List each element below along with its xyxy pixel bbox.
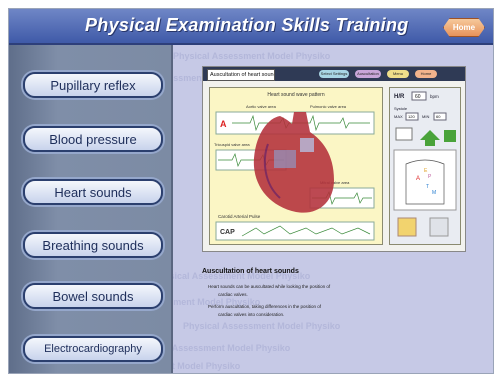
description-title: Auscultation of heart sounds [202, 268, 299, 275]
chest-point-A[interactable]: A [416, 176, 420, 182]
hand-icon[interactable] [429, 217, 449, 237]
watermark-text: Physical Assessment Model Physiko [183, 321, 341, 331]
sidebar-item-blood-pressure[interactable]: Blood pressure [23, 126, 163, 152]
up-arrow-icon[interactable] [420, 130, 440, 146]
chest-point-M[interactable]: M [432, 190, 436, 196]
sidebar-item-heart-sounds[interactable]: Heart sounds [23, 179, 163, 205]
app-title: Physical Examination Skills Training [85, 15, 409, 35]
bp-label: Systole [394, 106, 408, 111]
vitals-panel: H/R 60 bpm Systole MAX 120 MIN 60 A P T … [389, 87, 461, 245]
carotid-label: Carotid Arterial Pulse [218, 214, 261, 219]
vitals-graphic: H/R 60 bpm Systole MAX 120 MIN 60 A P T … [393, 91, 457, 237]
bp-min-value: 60 [436, 114, 441, 119]
wave-panel: Heart sound wave pattern Aortic valve ar… [209, 87, 383, 245]
aortic-marker-A: A [220, 119, 227, 129]
bp-max-value: 120 [408, 114, 415, 119]
tricuspid-label: Tricuspid valve area [214, 142, 250, 147]
hr-value: 60 [415, 94, 421, 100]
heart-highlight [300, 138, 314, 152]
watermark-text: Physical Assessment Model Physiko [173, 51, 331, 61]
heart-illustration: Aortic valve area Pulmonic valve area A … [214, 104, 375, 241]
hr-unit: bpm [430, 94, 439, 99]
screen-home-button[interactable]: Home [415, 70, 437, 78]
heart-highlight [274, 150, 296, 168]
cap-label: CAP [220, 229, 235, 236]
watermark-text: Physical Assessment Model Physiko [173, 343, 291, 353]
pulmonic-label: Pulmonic valve area [310, 104, 347, 109]
chest-diagram [393, 149, 457, 211]
bp-max-label: MAX [394, 114, 403, 119]
sidebar-item-pupillary-reflex[interactable]: Pupillary reflex [23, 72, 163, 98]
hr-label: H/R [394, 94, 405, 100]
chest-point-T[interactable]: T [426, 184, 429, 190]
start-button[interactable] [444, 130, 456, 142]
bp-min-label: MIN [422, 114, 429, 119]
screen-title: Auscultation of heart sounds [207, 69, 275, 81]
sidebar: Pupillary reflex Blood pressure Heart so… [9, 45, 173, 373]
simulator-screen: Auscultation of heart sounds Select Sett… [202, 66, 466, 252]
sidebar-item-breathing-sounds[interactable]: Breathing sounds [23, 232, 163, 258]
description-line: Heart sounds can be auscultated while lo… [208, 284, 331, 289]
menu-button[interactable]: Menu [387, 70, 409, 78]
description-line: cardiac valves. [218, 292, 248, 297]
settings-box[interactable] [395, 127, 413, 141]
aortic-label: Aortic valve area [246, 104, 277, 109]
sidebar-item-bowel-sounds[interactable]: Bowel sounds [23, 283, 163, 309]
auscultation-button[interactable]: Auscultation [355, 70, 381, 78]
stethoscope-icon[interactable] [397, 217, 417, 237]
sidebar-item-electrocardiography[interactable]: Electrocardiography [23, 336, 163, 362]
description-line: Perform auscultation, taking differences… [208, 304, 321, 309]
select-settings-button[interactable]: Select Settings [319, 70, 349, 78]
watermark-text: Physical Assessment Model Physiko [173, 361, 241, 371]
description-line: cardiac valves into consideration. [218, 312, 285, 317]
title-bar: Physical Examination Skills Training Hom… [9, 9, 493, 45]
screen-toolbar: Auscultation of heart sounds Select Sett… [203, 67, 465, 81]
home-button[interactable]: Home [443, 18, 485, 37]
